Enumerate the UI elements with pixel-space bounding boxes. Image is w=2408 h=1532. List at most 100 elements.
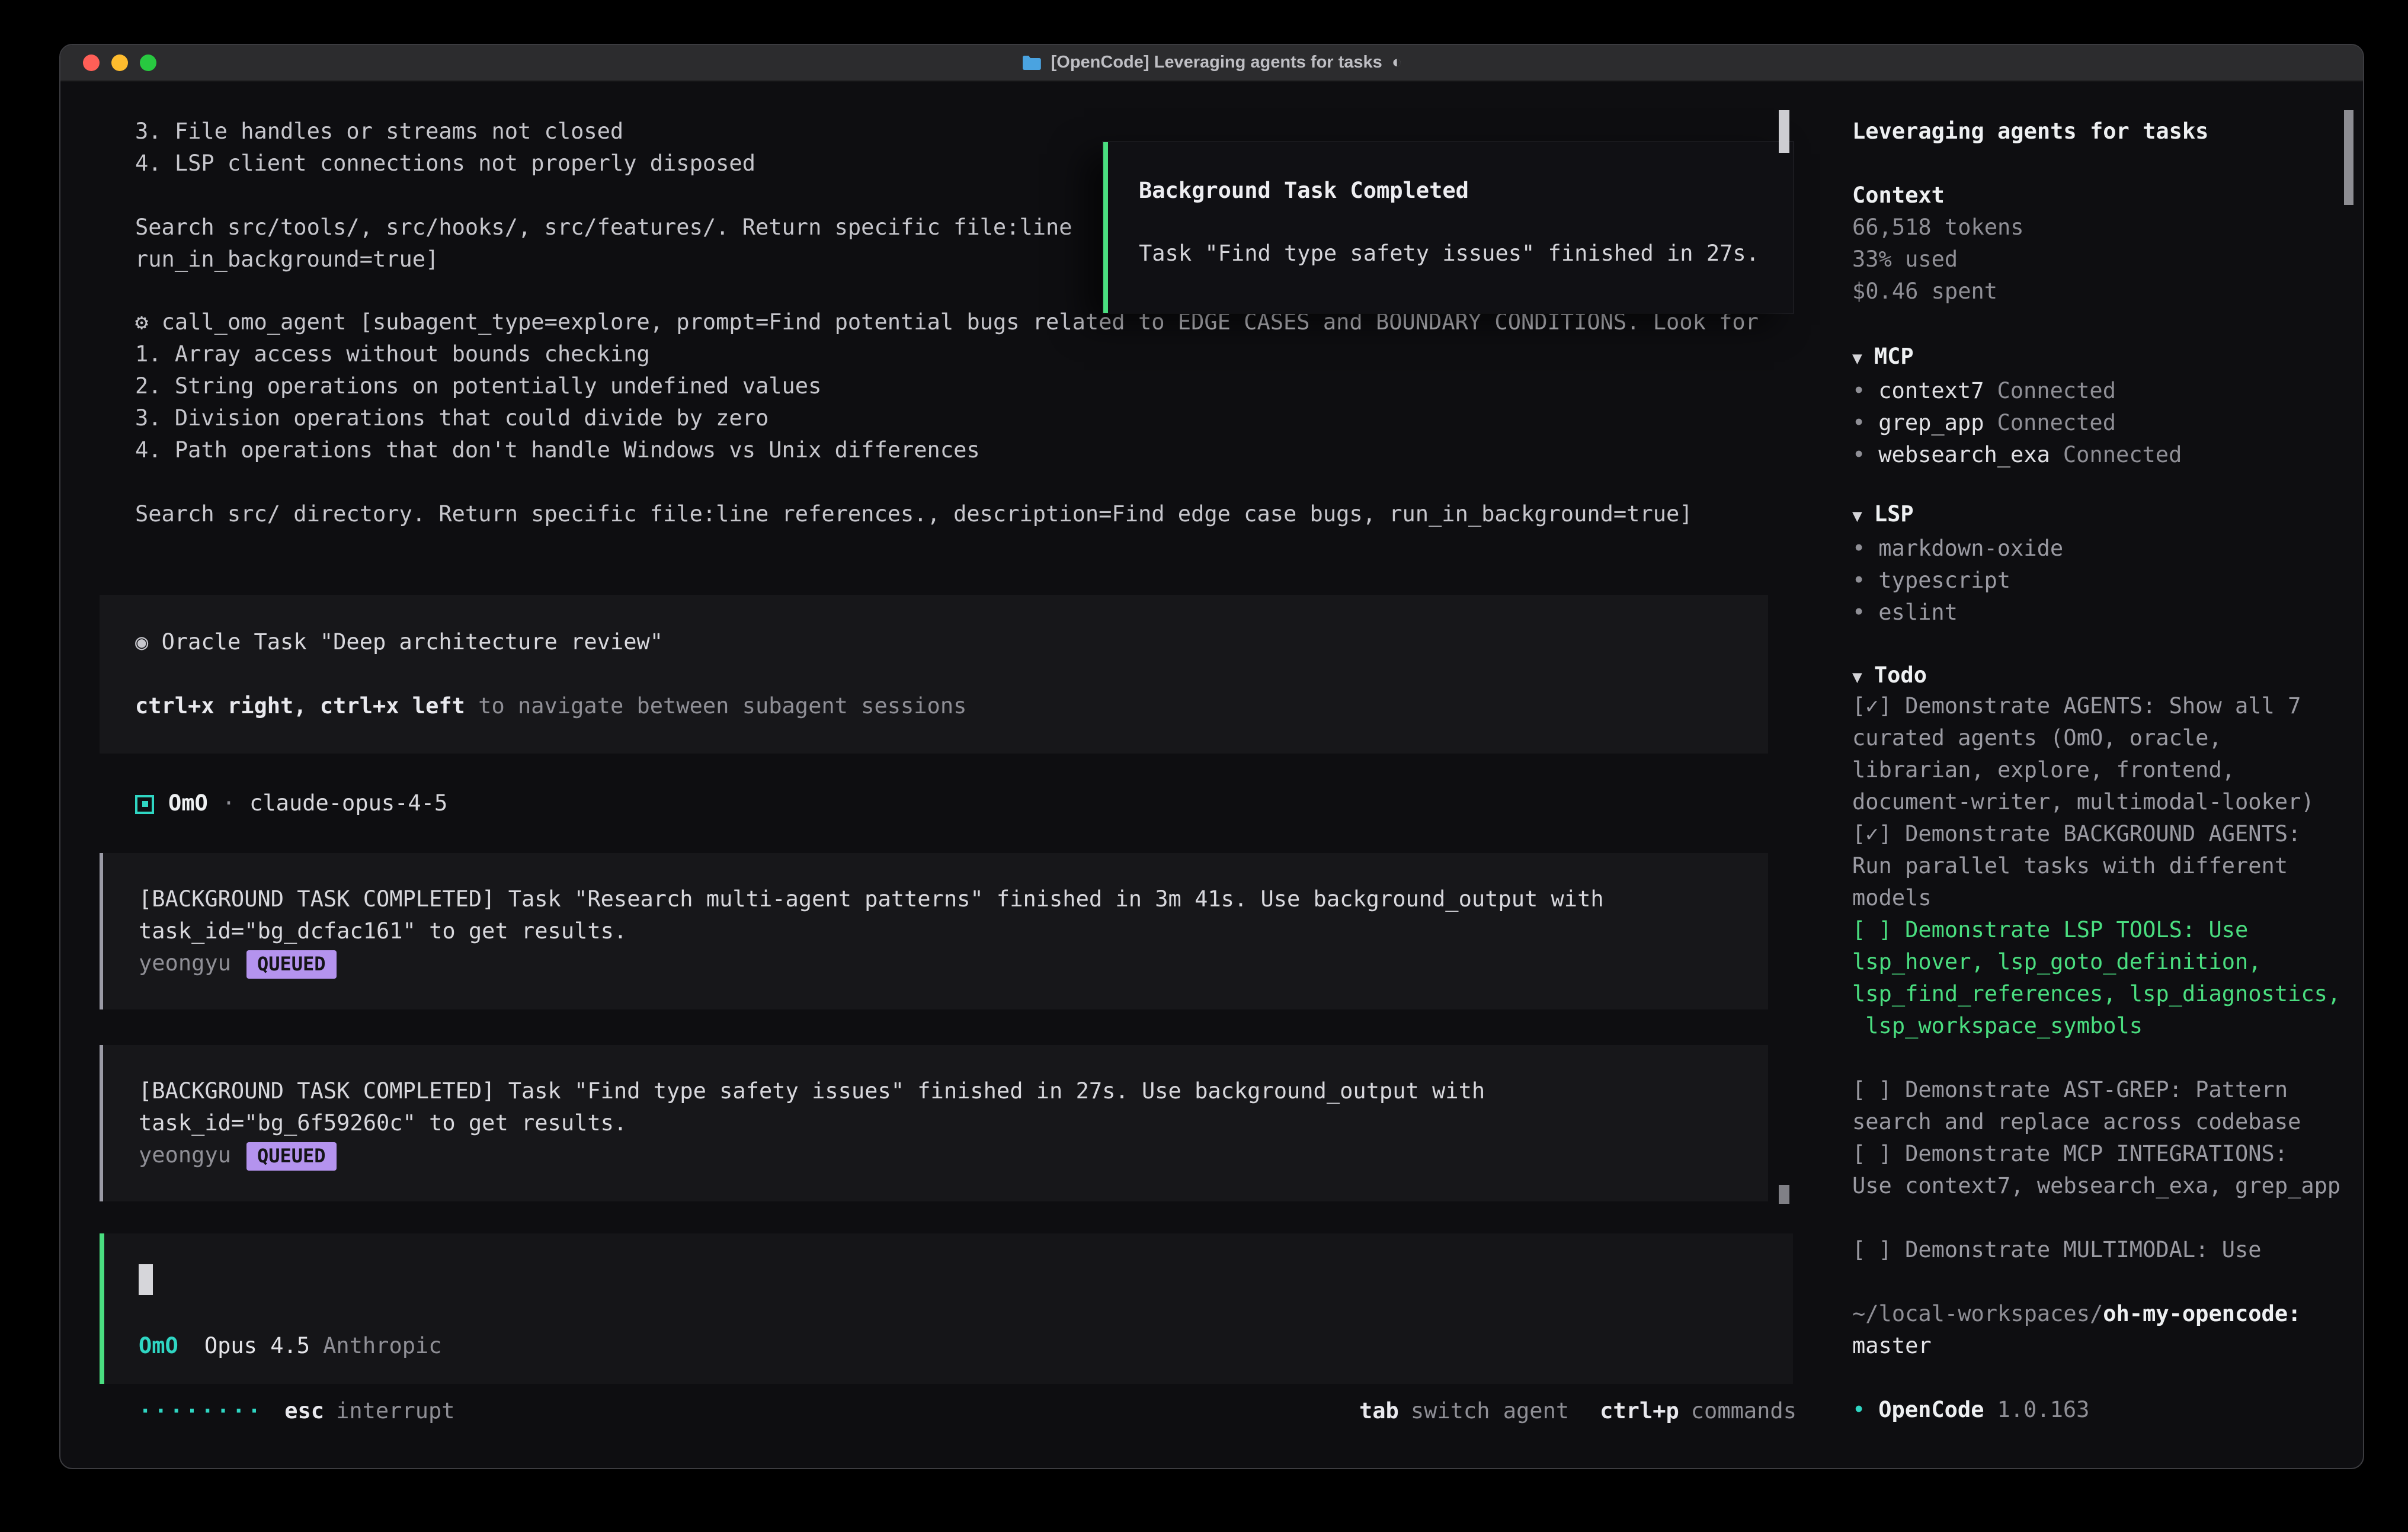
oracle-task-panel: ◉ Oracle Task "Deep architecture review"… (100, 595, 1768, 754)
mcp-item-name: grep_app (1878, 408, 1984, 440)
mcp-item-name: websearch_exa (1878, 440, 2050, 472)
chevron-down-icon: ▼ (1852, 507, 1862, 526)
todo-items-done: [✓] Demonstrate AGENTS: Show all 7 curat… (1852, 691, 2343, 915)
workspace-info: ~/local-workspaces/oh-my-opencode: maste… (1852, 1299, 2343, 1363)
mcp-item-status: Connected (2063, 440, 2182, 472)
bullet-icon: • (1852, 565, 1865, 597)
tab-key-hint: tab (1359, 1396, 1399, 1428)
agent-model: claude-opus-4-5 (249, 788, 447, 820)
lsp-item-name: markdown-oxide (1878, 533, 2063, 565)
active-agent-name: OmO (139, 1331, 178, 1363)
ctrlp-label: commands (1691, 1396, 1797, 1428)
esc-key-hint: esc (284, 1396, 324, 1428)
mcp-heading: MCP (1874, 345, 1914, 370)
workspace-branch: master (1852, 1331, 2343, 1363)
app-version: 1.0.163 (1997, 1395, 2090, 1427)
session-indicator-icon: ◐ (1392, 47, 1402, 79)
chevron-down-icon: ▼ (1852, 350, 1862, 368)
message-meta: yeongyu QUEUED (139, 948, 1733, 980)
agent-session-header: OmO · claude-opus-4-5 (135, 788, 447, 820)
traffic-lights (83, 45, 156, 81)
todo-item-active: [ ] Demonstrate LSP TOOLS: Use lsp_hover… (1852, 915, 2343, 1043)
chevron-down-icon: ▼ (1852, 668, 1862, 687)
workspace-path-prefix: ~/local-workspaces/ (1852, 1302, 2103, 1327)
sidebar-scrollbar-thumb[interactable] (2344, 110, 2353, 205)
gear-icon: ⚙ (135, 310, 162, 335)
mcp-section: ▼ MCP • context7 Connected • grep_app Connect… (1852, 341, 2343, 472)
message-panel: [BACKGROUND TASK COMPLETED] Task "Find t… (100, 1045, 1768, 1201)
bullet-icon: • (1852, 440, 1865, 472)
mcp-item: • websearch_exa Connected (1852, 440, 2343, 472)
oracle-task-title-row: ◉ Oracle Task "Deep architecture review" (135, 627, 1733, 659)
agent-icon (135, 794, 154, 813)
background-task-toast: Background Task Completed Task "Find typ… (1103, 142, 1793, 313)
opencode-brand: OpenCode (1878, 1395, 1984, 1427)
tab-label: switch agent (1411, 1396, 1569, 1428)
minimize-window-button[interactable] (111, 55, 128, 71)
lsp-item-name: typescript (1878, 565, 2010, 597)
oracle-task-title: Oracle Task "Deep architecture review" (162, 630, 664, 655)
context-heading: Context (1852, 180, 2343, 212)
message-panel: [BACKGROUND TASK COMPLETED] Task "Resear… (100, 853, 1768, 1009)
lsp-item: • typescript (1852, 565, 2343, 597)
lsp-item: • markdown-oxide (1852, 533, 2343, 565)
message-author: yeongyu (139, 948, 231, 980)
status-badge: QUEUED (246, 950, 337, 978)
agent-name: OmO (168, 788, 208, 820)
mcp-item: •context7Connected (1852, 376, 2343, 408)
busy-spinner-icon: ········ (139, 1396, 263, 1428)
status-left: ········ esc interrupt (139, 1396, 455, 1428)
ctrlp-key-hint: ctrl+p (1600, 1396, 1679, 1428)
bullet-icon: • (1852, 597, 1865, 629)
message-body: [BACKGROUND TASK COMPLETED] Task "Resear… (139, 884, 1733, 948)
lsp-item-name: eslint (1878, 597, 1958, 629)
esc-label: interrupt (336, 1396, 455, 1428)
lsp-section-header[interactable]: ▼ LSP (1852, 499, 2343, 533)
todo-section-header[interactable]: ▼ Todo (1852, 660, 2343, 694)
mcp-item: • grep_app Connected (1852, 408, 2343, 440)
text-cursor (139, 1264, 153, 1295)
status-badge: QUEUED (246, 1142, 337, 1170)
terminal-window: [OpenCode] Leveraging agents for tasks ◐… (59, 44, 2364, 1469)
model-provider: Anthropic (323, 1331, 442, 1363)
todo-heading: Todo (1874, 664, 1927, 688)
zoom-window-button[interactable] (140, 55, 156, 71)
message-body: [BACKGROUND TASK COMPLETED] Task "Find t… (139, 1076, 1733, 1140)
oracle-hint-row: ctrl+x right, ctrl+x left to navigate be… (135, 691, 1733, 723)
mcp-section-header[interactable]: ▼ MCP (1852, 341, 2343, 376)
main-scrollbar-thumb[interactable] (1779, 110, 1789, 153)
tool-call-text: call_omo_agent [subagent_type=explore, p… (135, 310, 1759, 527)
main-scrollbar-mark[interactable] (1779, 1185, 1789, 1204)
window-titlebar[interactable]: [OpenCode] Leveraging agents for tasks ◐ (60, 45, 2363, 82)
window-title-text: [OpenCode] Leveraging agents for tasks (1051, 47, 1382, 79)
mcp-item-status: Connected (1997, 376, 2116, 408)
toast-title: Background Task Completed (1139, 175, 1762, 207)
session-title: Leveraging agents for tasks (1852, 116, 2343, 148)
lsp-item: • eslint (1852, 597, 2343, 629)
folder-icon (1022, 55, 1042, 71)
record-icon: ◉ (135, 630, 162, 655)
mcp-item-name: context7 (1878, 376, 1984, 408)
workspace-repo: oh-my-opencode: (2103, 1302, 2301, 1327)
prompt-input[interactable]: OmO Opus 4.5 Anthropic (100, 1233, 1793, 1384)
model-row: OmO Opus 4.5 Anthropic (139, 1331, 1757, 1363)
app-version-footer: • OpenCode 1.0.163 (1852, 1395, 2343, 1427)
lsp-heading: LSP (1874, 502, 1914, 527)
bullet-icon: • (1852, 533, 1865, 565)
lsp-section: ▼ LSP • markdown-oxide • typescript • eslint (1852, 499, 2343, 629)
context-stats: 66,518 tokens 33% used $0.46 spent (1852, 212, 2343, 308)
close-window-button[interactable] (83, 55, 100, 71)
workspace-path-row: ~/local-workspaces/oh-my-opencode: (1852, 1299, 2343, 1331)
todo-items-pending: [ ] Demonstrate AST-GREP: Pattern search… (1852, 1075, 2343, 1267)
agent-separator: · (222, 788, 235, 820)
message-author: yeongyu (139, 1140, 231, 1172)
mcp-item-status: Connected (1997, 408, 2116, 440)
toast-body: Task "Find type safety issues" finished … (1139, 238, 1762, 270)
active-model-version: Opus 4.5 (204, 1331, 310, 1363)
desktop: [OpenCode] Leveraging agents for tasks ◐… (0, 0, 2408, 1532)
bullet-icon: • (1852, 408, 1865, 440)
oracle-hint-text: to navigate between subagent sessions (465, 694, 967, 719)
bullet-icon: • (1852, 1395, 1865, 1427)
window-title: [OpenCode] Leveraging agents for tasks ◐ (1022, 47, 1402, 79)
message-meta: yeongyu QUEUED (139, 1140, 1733, 1172)
